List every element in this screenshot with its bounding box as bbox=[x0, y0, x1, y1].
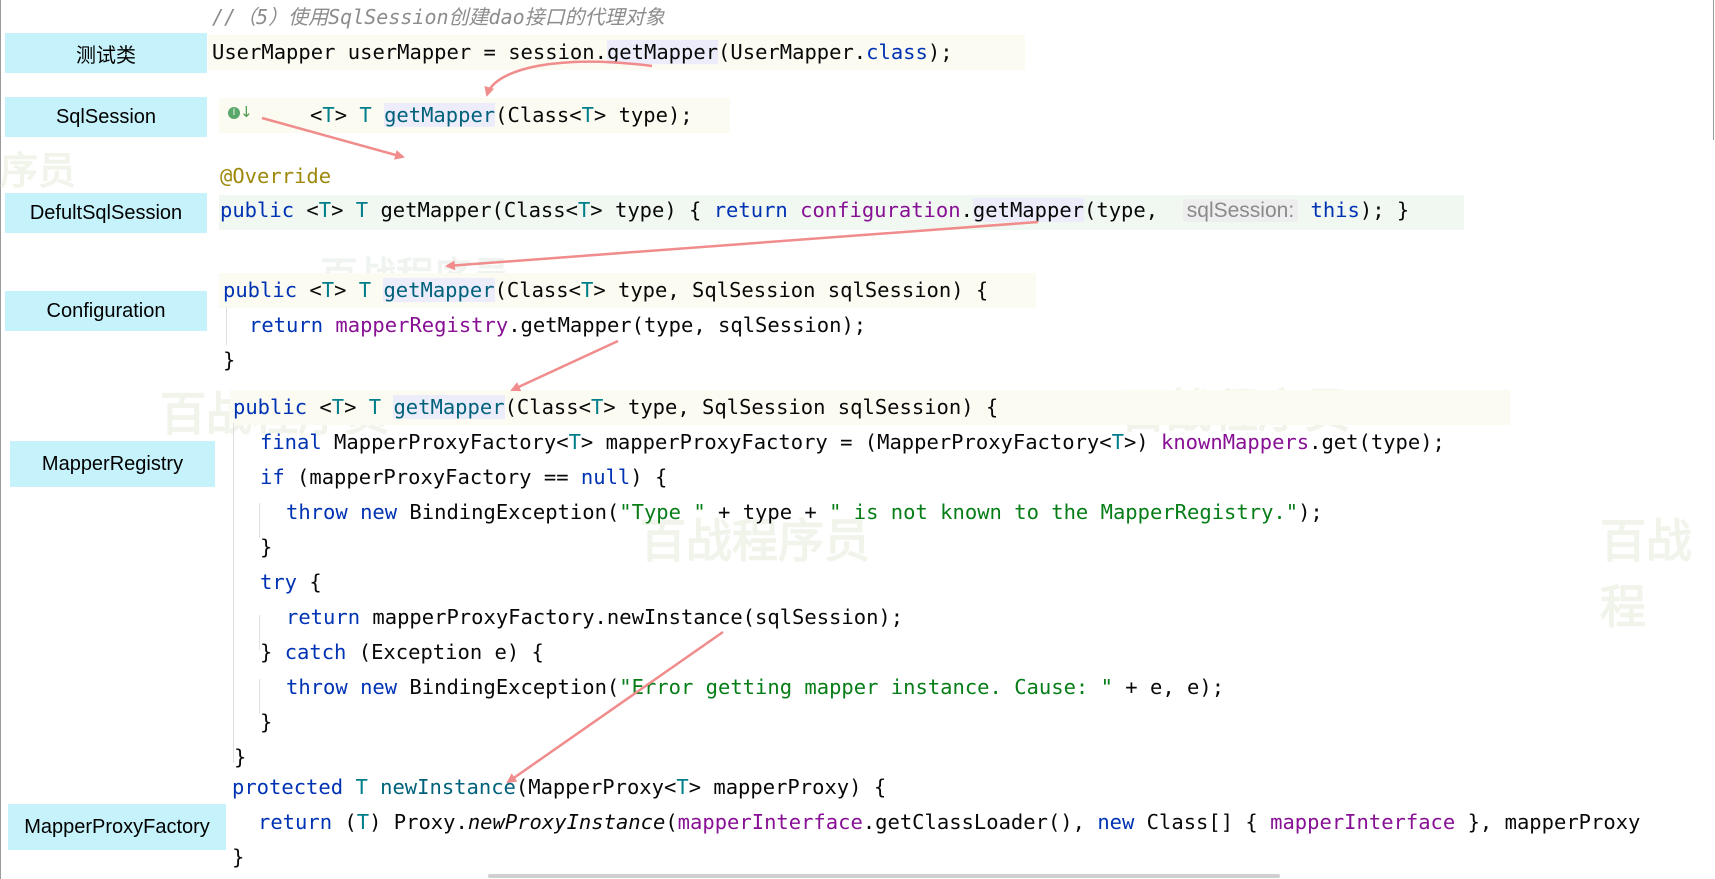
code-comment: //（5）使用SqlSession创建dao接口的代理对象 bbox=[212, 5, 665, 29]
code-annotation-override: @Override bbox=[220, 164, 332, 188]
code-line-registry-5: } bbox=[260, 535, 273, 559]
code-line-registry-3: if (mapperProxyFactory == null) { bbox=[260, 465, 668, 489]
code-line-test: UserMapper userMapper = session.getMappe… bbox=[212, 40, 953, 64]
code-line-config-1: public <T> T getMapper(Class<T> type, Sq… bbox=[223, 278, 989, 302]
label-configuration: Configuration bbox=[5, 291, 207, 331]
label-default-sqlsession: DefultSqlSession bbox=[5, 193, 207, 233]
arrow-config-to-registry bbox=[510, 339, 619, 392]
code-line-config-2: return mapperRegistry.getMapper(type, sq… bbox=[249, 313, 867, 337]
horizontal-scrollbar[interactable] bbox=[488, 874, 1280, 878]
code-line-config-3: } bbox=[223, 348, 236, 372]
indent-guide bbox=[226, 307, 227, 345]
watermark: 序员 bbox=[0, 149, 77, 193]
frame-border-right bbox=[1713, 0, 1714, 140]
code-line-default-sqlsession: public <T> T getMapper(Class<T> type) { … bbox=[220, 198, 1410, 222]
parameter-hint: sqlSession: bbox=[1182, 199, 1299, 222]
label-mapper-registry: MapperRegistry bbox=[10, 441, 215, 487]
implementation-down-arrow-icon[interactable]: I ↓ bbox=[228, 103, 268, 129]
code-line-registry-8: } catch (Exception e) { bbox=[260, 640, 544, 664]
code-line-registry-10: } bbox=[260, 710, 273, 734]
label-mapper-proxy-factory: MapperProxyFactory bbox=[8, 804, 226, 850]
label-sqlsession: SqlSession bbox=[5, 97, 207, 137]
code-line-registry-1: public <T> T getMapper(Class<T> type, Sq… bbox=[233, 395, 999, 419]
code-line-registry-2: final MapperProxyFactory<T> mapperProxyF… bbox=[260, 430, 1445, 454]
code-line-factory-1: protected T newInstance(MapperProxy<T> m… bbox=[232, 775, 887, 799]
frame-border-left bbox=[0, 0, 1, 879]
code-line-registry-4: throw new BindingException("Type " + typ… bbox=[286, 500, 1323, 524]
label-test-class: 测试类 bbox=[5, 33, 207, 73]
code-line-registry-7: return mapperProxyFactory.newInstance(sq… bbox=[286, 605, 904, 629]
code-line-factory-2: return (T) Proxy.newProxyInstance(mapper… bbox=[258, 810, 1641, 834]
code-line-factory-3: } bbox=[232, 845, 245, 869]
indent-guide bbox=[233, 423, 234, 763]
code-line-sqlsession: <T> T getMapper(Class<T> type); bbox=[310, 103, 693, 127]
code-line-registry-6: try { bbox=[260, 570, 322, 594]
code-line-registry-9: throw new BindingException("Error gettin… bbox=[286, 675, 1225, 699]
watermark: 百战程 bbox=[1600, 514, 1692, 634]
